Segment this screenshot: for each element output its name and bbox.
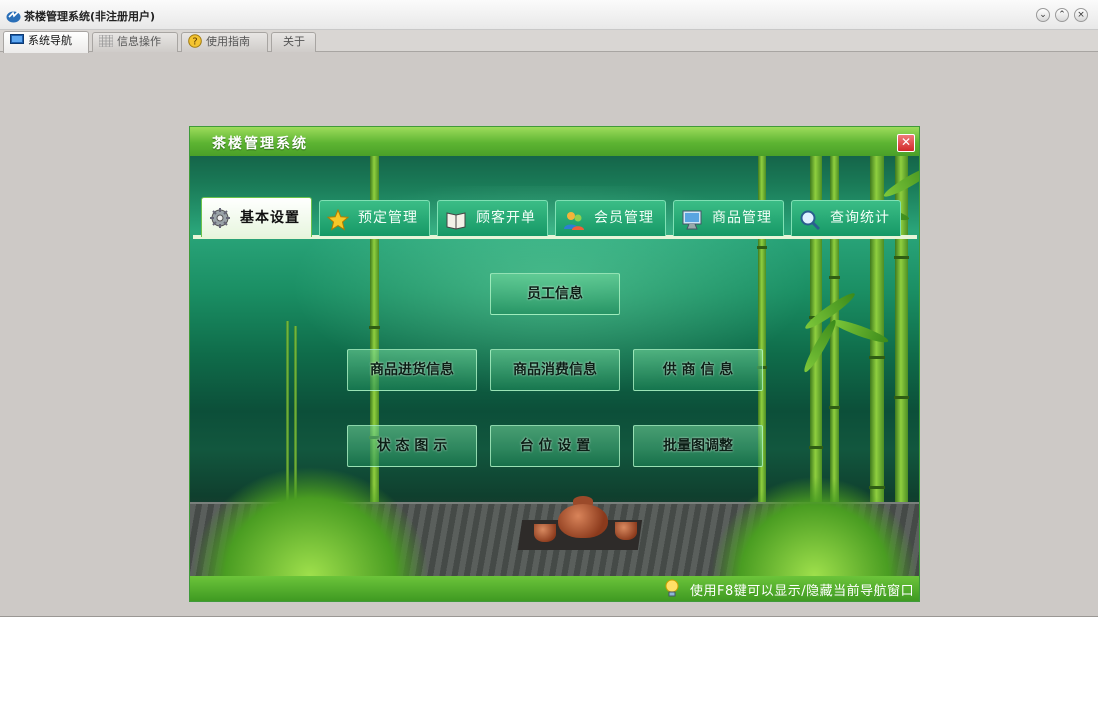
monitor-icon — [682, 210, 702, 230]
gear-icon — [210, 208, 230, 228]
maximize-button[interactable]: ⌃ — [1055, 8, 1069, 22]
tab-goods-management[interactable]: 商品管理 — [673, 200, 784, 236]
main-tabstrip: 系统导航 信息操作 ? 使用指南 关于 — [0, 30, 1098, 53]
magnifier-icon — [800, 210, 821, 231]
grass-right — [710, 476, 919, 576]
tab-info-ops[interactable]: 信息操作 — [92, 32, 178, 52]
tab-customer-order[interactable]: 顾客开单 — [437, 200, 548, 236]
tab-about[interactable]: 关于 — [271, 32, 316, 52]
lightbulb-icon — [665, 579, 679, 597]
nav-close-button[interactable]: ✕ — [897, 134, 915, 152]
goods-purchase-button[interactable]: 商品进货信息 — [347, 349, 477, 391]
minimize-button[interactable]: ⌄ — [1036, 8, 1050, 22]
tab-member-management[interactable]: 会员管理 — [555, 200, 666, 236]
navigation-window: 茶楼管理系统 ✕ 基本设置 预定管理 顾客开单 会员管理 商品管理 查询统计 员… — [189, 126, 920, 602]
tea-cup — [534, 524, 556, 542]
help-icon: ? — [188, 34, 202, 48]
tab-basic-settings[interactable]: 基本设置 — [201, 197, 312, 237]
teapot-image — [558, 504, 608, 538]
table-settings-button[interactable]: 台 位 设 置 — [490, 425, 620, 467]
tab-reservation[interactable]: 预定管理 — [319, 200, 430, 236]
tab-user-guide[interactable]: ? 使用指南 — [181, 32, 268, 52]
chevron-up-icon: ⌃ — [1058, 10, 1066, 20]
nav-window-titlebar[interactable]: 茶楼管理系统 ✕ — [190, 127, 919, 156]
grid-icon — [99, 35, 113, 47]
nav-window-title: 茶楼管理系统 — [212, 136, 308, 152]
book-icon — [446, 212, 466, 230]
grass-left — [190, 466, 430, 576]
status-tip: 使用F8键可以显示/隐藏当前导航窗口 — [690, 584, 915, 599]
status-legend-button[interactable]: 状 态 图 示 — [347, 425, 477, 467]
goods-consume-button[interactable]: 商品消费信息 — [490, 349, 620, 391]
tea-cup — [615, 522, 637, 540]
svg-text:?: ? — [192, 37, 197, 48]
batch-adjust-button[interactable]: 批量图调整 — [633, 425, 763, 467]
close-icon: × — [1077, 10, 1085, 20]
main-window: 茶楼管理系统(非注册用户) ⌄ ⌃ × 系统导航 信息操作 ? 使用指南 关于 … — [0, 0, 1098, 617]
monitor-icon — [10, 34, 24, 44]
window-title: 茶楼管理系统(非注册用户) — [24, 10, 156, 23]
title-bar: 茶楼管理系统(非注册用户) ⌄ ⌃ × — [0, 0, 1098, 30]
users-icon — [564, 212, 584, 230]
tab-query-statistics[interactable]: 查询统计 — [791, 200, 901, 236]
app-logo-icon — [6, 11, 21, 23]
star-icon — [327, 209, 349, 231]
chevron-down-icon: ⌄ — [1039, 10, 1047, 20]
close-icon: ✕ — [900, 135, 912, 149]
employee-info-button[interactable]: 员工信息 — [490, 273, 620, 315]
close-window-button[interactable]: × — [1074, 8, 1088, 22]
nav-status-bar: 使用F8键可以显示/隐藏当前导航窗口 — [190, 576, 919, 601]
supplier-info-button[interactable]: 供 商 信 息 — [633, 349, 763, 391]
tab-system-nav[interactable]: 系统导航 — [3, 31, 89, 53]
